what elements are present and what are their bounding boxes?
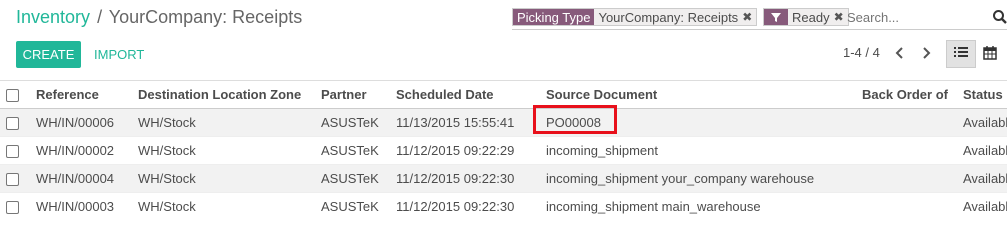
column-header-partner[interactable]: Partner <box>321 80 396 109</box>
list-icon <box>954 45 968 63</box>
breadcrumb-separator: / <box>97 7 103 27</box>
select-all-cell <box>0 80 36 109</box>
column-header-back-order[interactable]: Back Order of <box>862 80 963 109</box>
search-input[interactable] <box>845 8 989 26</box>
cell-source-document: incoming_shipment main_warehouse <box>546 192 862 220</box>
facet-value: Ready <box>792 9 830 25</box>
column-header-status[interactable]: Status <box>963 80 1007 109</box>
cell-scheduled-date: 11/12/2015 09:22:29 <box>396 136 546 165</box>
row-checkbox[interactable] <box>6 173 19 187</box>
cell-destination: WH/Stock <box>138 136 321 165</box>
cell-scheduled-date: 11/12/2015 09:22:30 <box>396 164 546 193</box>
pager-value[interactable]: 1-4 / 4 <box>843 45 880 60</box>
search-bar: Picking Type YourCompany: Receipts ✖ Rea… <box>512 6 1007 30</box>
cell-scheduled-date: 11/13/2015 15:55:41 <box>396 108 546 137</box>
cell-source-document: incoming_shipment <box>546 136 862 165</box>
table-header-row: Reference Destination Location Zone Part… <box>0 80 1007 109</box>
create-button[interactable]: Create <box>16 41 81 68</box>
column-header-destination[interactable]: Destination Location Zone <box>138 80 321 109</box>
receipts-table: Reference Destination Location Zone Part… <box>0 80 1007 220</box>
cell-reference: WH/IN/00004 <box>36 164 138 193</box>
cell-source-document: incoming_shipment your_company warehouse <box>546 164 862 193</box>
row-checkbox[interactable] <box>6 145 19 159</box>
cell-reference: WH/IN/00003 <box>36 192 138 220</box>
cell-reference: WH/IN/00002 <box>36 136 138 165</box>
search-facet-ready[interactable]: Ready ✖ <box>763 8 849 26</box>
pager-previous-icon[interactable] <box>893 45 907 61</box>
cell-partner: ASUSTeK <box>321 164 396 193</box>
row-select-cell <box>0 164 36 193</box>
list-view-button[interactable] <box>946 40 976 68</box>
cell-back-order <box>862 192 963 220</box>
select-all-checkbox[interactable] <box>6 89 19 103</box>
column-header-scheduled-date[interactable]: Scheduled Date <box>396 80 546 109</box>
row-select-cell <box>0 136 36 165</box>
column-header-source-document[interactable]: Source Document <box>546 80 862 109</box>
cell-back-order <box>862 164 963 193</box>
cell-status: Available <box>963 136 1007 165</box>
cell-scheduled-date: 11/12/2015 09:22:30 <box>396 192 546 220</box>
cell-partner: ASUSTeK <box>321 136 396 165</box>
cell-status: Available <box>963 164 1007 193</box>
cell-status: Available <box>963 108 1007 137</box>
calendar-view-icon[interactable] <box>983 46 997 65</box>
facet-label: Picking Type <box>513 9 595 25</box>
cell-back-order <box>862 136 963 165</box>
cell-status: Available <box>963 192 1007 220</box>
cell-reference: WH/IN/00006 <box>36 108 138 137</box>
search-underline <box>512 29 1007 30</box>
cell-source-document: PO00008 <box>546 108 862 137</box>
table-row[interactable]: WH/IN/00003 WH/Stock ASUSTeK 11/12/2015 … <box>0 192 1007 220</box>
search-facet-picking-type[interactable]: Picking Type YourCompany: Receipts ✖ <box>512 8 758 26</box>
pager-next-icon[interactable] <box>919 45 933 61</box>
page-title: YourCompany: Receipts <box>108 7 303 27</box>
cell-partner: ASUSTeK <box>321 192 396 220</box>
breadcrumb-inventory-link[interactable]: Inventory <box>16 7 90 27</box>
table-row[interactable]: WH/IN/00002 WH/Stock ASUSTeK 11/12/2015 … <box>0 136 1007 165</box>
row-checkbox[interactable] <box>6 117 19 131</box>
search-icon[interactable] <box>992 9 1007 30</box>
breadcrumb: Inventory / YourCompany: Receipts <box>16 7 302 28</box>
cell-destination: WH/Stock <box>138 108 321 137</box>
table-row[interactable]: WH/IN/00006 WH/Stock ASUSTeK 11/13/2015 … <box>0 108 1007 137</box>
column-header-reference[interactable]: Reference <box>36 80 138 109</box>
row-checkbox[interactable] <box>6 201 19 215</box>
cell-destination: WH/Stock <box>138 192 321 220</box>
cell-destination: WH/Stock <box>138 164 321 193</box>
import-button[interactable]: Import <box>88 41 150 68</box>
cell-back-order <box>862 108 963 137</box>
facet-value: YourCompany: Receipts <box>598 9 739 25</box>
filter-icon <box>764 9 788 25</box>
row-select-cell <box>0 108 36 137</box>
cell-partner: ASUSTeK <box>321 108 396 137</box>
facet-remove-icon[interactable]: ✖ <box>742 9 756 25</box>
row-select-cell <box>0 192 36 220</box>
table-row[interactable]: WH/IN/00004 WH/Stock ASUSTeK 11/12/2015 … <box>0 164 1007 193</box>
